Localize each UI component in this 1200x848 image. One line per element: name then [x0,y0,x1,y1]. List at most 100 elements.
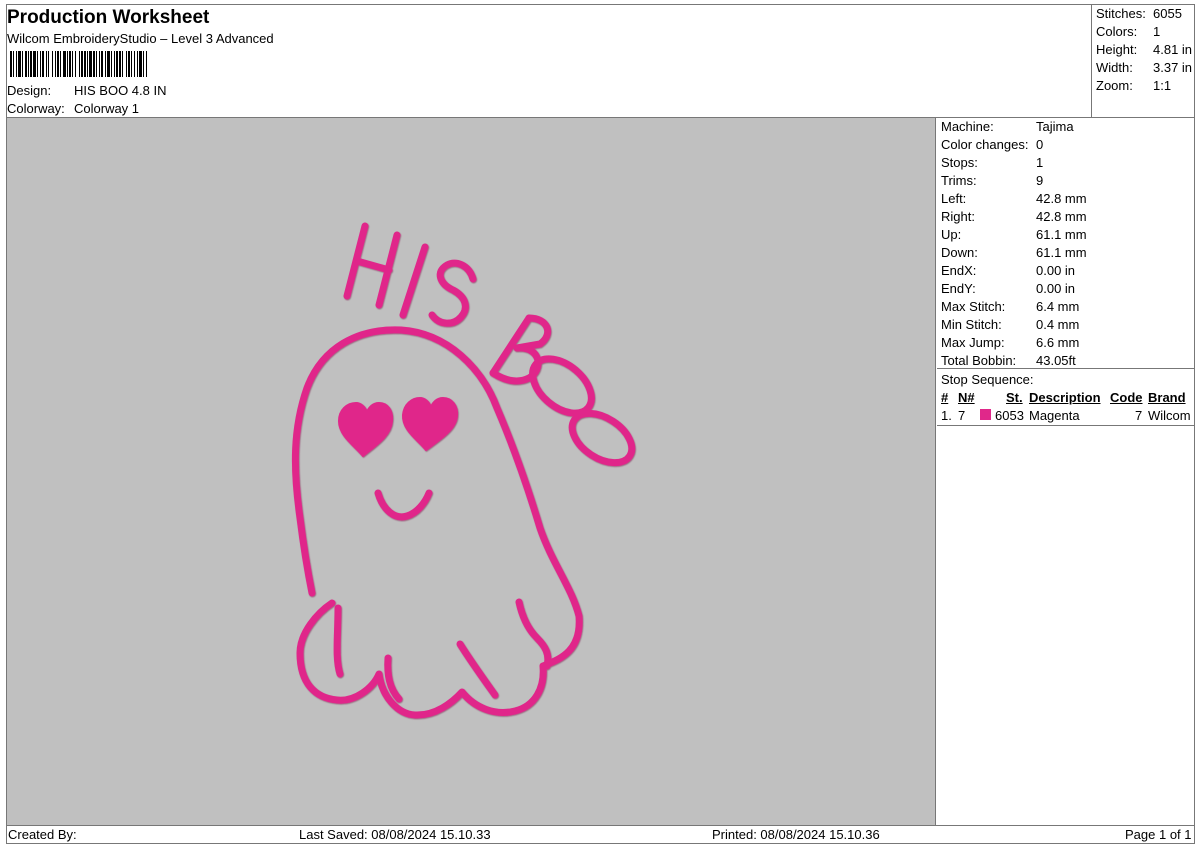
barcode-bar [111,51,112,77]
info-up: Up: 61.1 mm [941,227,1087,242]
barcode-bar [75,51,76,77]
barcode-bar [87,51,88,77]
ghost-smile [374,489,433,521]
stop-sequence-bottom-divider [937,425,1195,426]
barcode-bar [67,51,68,77]
barcode-bar [28,51,29,77]
stop-row-code: 7 [1135,408,1143,423]
barcode-bar [105,51,106,77]
colorway-row: Colorway: Colorway 1 [7,101,139,116]
letter-h [343,222,401,309]
info-max-stitch: Max Stitch: 6.4 mm [941,299,1080,314]
info-machine: Machine: Tajima [941,119,1074,134]
barcode-bar [79,51,80,77]
barcode-bar [52,51,53,77]
barcode-bar [139,51,142,77]
footer-printed: Printed: 08/08/2024 15.10.36 [712,827,880,842]
col-header-index: # [941,390,949,405]
barcode-bar [33,51,36,77]
colorway-value: Colorway 1 [74,101,140,116]
info-color-changes: Color changes: 0 [941,137,1044,152]
design-row: Design: HIS BOO 4.8 IN [7,83,166,98]
barcode-bar [48,51,49,77]
letter-b [489,314,552,385]
stop-row-needle: 7 [958,408,966,423]
info-min-stitch: Min Stitch: 0.4 mm [941,317,1080,332]
info-trims: Trims: 9 [941,173,1044,188]
software-name: Wilcom EmbroideryStudio – Level 3 Advanc… [7,31,274,46]
design-label: Design: [7,83,52,98]
barcode-bar [46,51,47,77]
col-header-needle: N# [958,390,975,405]
heart-left [338,402,394,457]
barcode-bar [55,51,56,77]
footer-divider [6,825,1195,826]
barcode-bar [60,51,61,77]
barcode-bar [131,51,132,77]
info-endx: EndX: 0.00 in [941,263,1076,278]
footer-page-number: Page 1 of 1 [1125,827,1192,842]
design-canvas [7,118,936,825]
barcode-bar [99,51,100,77]
barcode-bar [18,51,21,77]
stop-row-brand: Wilcom [1148,408,1191,423]
thread-color-swatch [980,409,991,420]
barcode-bar [13,51,14,77]
barcode-bar [10,51,12,77]
ghost-inner-line-1 [333,604,344,678]
info-total-bobbin: Total Bobbin: 43.05ft [941,353,1076,368]
barcode-bar [101,51,103,77]
stat-height: Height: 4.81 in [1096,42,1193,57]
ghost-inner-line-3 [456,640,499,699]
ghost-inner-line-2 [384,654,403,703]
barcode-bar [137,51,138,77]
barcode-bar [57,51,59,77]
col-header-stitches: St. [1006,390,1023,405]
barcode-bar [25,51,27,77]
heart-right [401,397,459,451]
stat-width: Width: 3.37 in [1096,60,1193,75]
barcode-bar [40,51,41,77]
letter-s [428,259,477,327]
design-value: HIS BOO 4.8 IN [74,83,167,98]
ghost-inner-line-4 [515,598,552,670]
info-max-jump: Max Jump: 6.6 mm [941,335,1080,350]
barcode-bar [72,51,73,77]
barcode-bar [114,51,115,77]
embroidery-design [291,222,636,719]
col-header-brand: Brand [1148,390,1186,405]
barcode-bar [37,51,38,77]
col-header-code: Code [1110,390,1143,405]
barcode-bar [30,51,32,77]
stop-row-description: Magenta [1029,408,1080,423]
barcode-bar [96,51,97,77]
stop-sequence-title: Stop Sequence: [941,372,1034,387]
barcode-bar [84,51,86,77]
stop-row-index: 1. [941,408,952,423]
barcode [10,51,147,77]
barcode-bar [42,51,44,77]
barcode-bar [63,51,66,77]
barcode-bar [16,51,17,77]
letter-i [399,243,429,319]
barcode-bar [119,51,121,77]
barcode-bar [128,51,130,77]
barcode-bar [134,51,135,77]
stat-colors: Colors: 1 [1096,24,1161,39]
barcode-bar [116,51,118,77]
col-header-description: Description [1029,390,1101,405]
barcode-bar [93,51,95,77]
info-endy: EndY: 0.00 in [941,281,1076,296]
colorway-label: Colorway: [7,101,65,116]
barcode-bar [122,51,123,77]
stop-row-stitches: 6053 [995,408,1024,423]
page-title: Production Worksheet [7,7,210,28]
barcode-bar [126,51,127,77]
footer-created-by: Created By: [8,827,77,842]
barcode-bar [81,51,83,77]
barcode-bar [89,51,92,77]
stat-stitches: Stitches: 6055 [1096,6,1182,21]
barcode-bar [143,51,144,77]
info-left: Left: 42.8 mm [941,191,1087,206]
info-right: Right: 42.8 mm [941,209,1087,224]
